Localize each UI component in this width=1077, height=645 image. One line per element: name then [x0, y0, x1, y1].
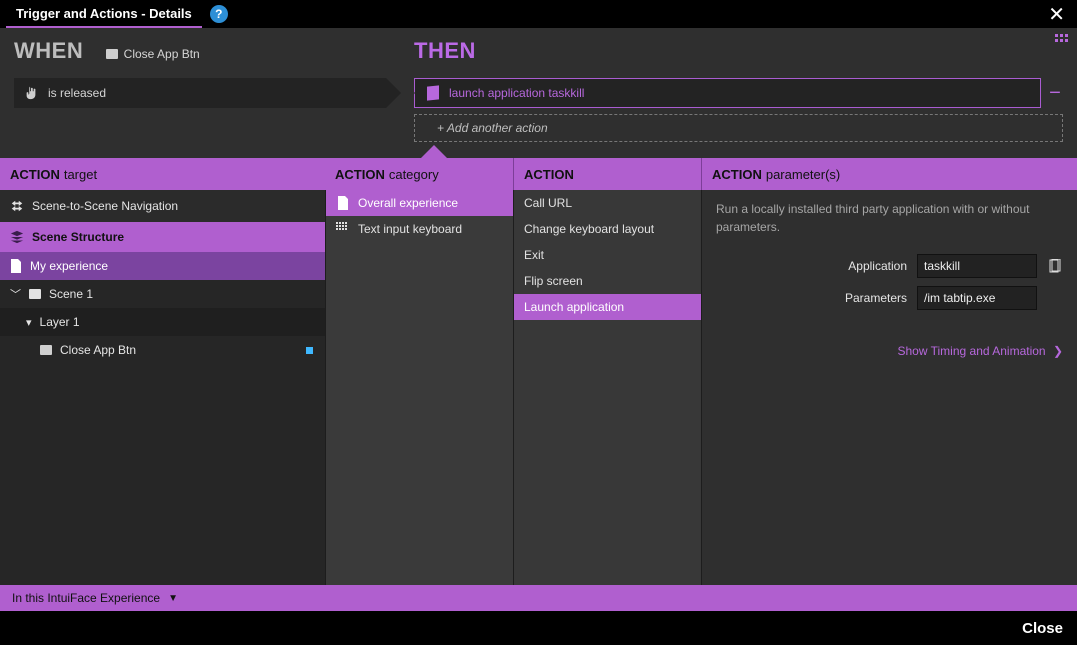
category-label: Overall experience: [358, 196, 458, 210]
body: Scene-to-Scene Navigation Scene Structur…: [0, 190, 1077, 585]
then-action-label: launch application taskkill: [449, 86, 584, 100]
tree-label: My experience: [30, 259, 108, 273]
category-item-text-input-keyboard[interactable]: Text input keyboard: [326, 216, 513, 242]
action-target-tree: Scene-to-Scene Navigation Scene Structur…: [0, 190, 325, 585]
then-label: THEN: [414, 38, 476, 63]
scope-label: In this IntuiFace Experience: [12, 591, 160, 605]
help-button[interactable]: ?: [210, 5, 228, 23]
layout-grid-icon[interactable]: [1055, 34, 1071, 46]
then-add-row: + Add another action: [414, 114, 1063, 142]
action-item-call-url[interactable]: Call URL: [514, 190, 701, 216]
header-category: ACTIONcategory: [325, 158, 513, 190]
chevron-down-icon: ▼: [168, 593, 178, 604]
timing-link-label: Show Timing and Animation: [898, 344, 1046, 358]
then-action-row: launch application taskkill −: [414, 78, 1063, 108]
action-list: Call URL Change keyboard layout Exit Fli…: [513, 190, 701, 585]
browse-application-button[interactable]: [1047, 258, 1063, 274]
element-icon: [106, 49, 118, 59]
action-label: Launch application: [524, 300, 624, 314]
show-timing-link[interactable]: Show Timing and Animation ❯: [716, 344, 1063, 358]
window-close-button[interactable]: ✕: [1042, 2, 1071, 27]
action-label: Call URL: [524, 196, 572, 210]
tree-label: Close App Btn: [60, 343, 136, 357]
action-item-launch-application[interactable]: Launch application: [514, 294, 701, 320]
pointer-caret-icon: [420, 145, 448, 159]
action-parameters-panel: Run a locally installed third party appl…: [701, 190, 1077, 585]
when-subject-text: Close App Btn: [124, 47, 200, 61]
bottom-bar: Close: [0, 611, 1077, 645]
add-action-button[interactable]: + Add another action: [414, 114, 1063, 142]
application-label: Application: [848, 259, 907, 273]
action-item-flip-screen[interactable]: Flip screen: [514, 268, 701, 294]
category-label: Text input keyboard: [358, 222, 462, 236]
column-headers: ACTIONtarget ACTIONcategory ACTION ACTIO…: [0, 158, 1077, 190]
action-type-icon: [427, 85, 439, 100]
trigger-chip[interactable]: is released: [14, 78, 386, 108]
action-label: Flip screen: [524, 274, 583, 288]
scene-icon: [29, 289, 41, 299]
browse-icon: [1049, 259, 1061, 273]
header-action: ACTION: [513, 158, 701, 190]
action-category-list: Overall experience Text input keyboard: [325, 190, 513, 585]
field-application: Application: [716, 254, 1063, 278]
document-icon: [336, 196, 350, 210]
remove-action-button[interactable]: −: [1047, 82, 1063, 105]
then-section: THEN launch application taskkill − + Add…: [400, 28, 1077, 158]
add-action-label: + Add another action: [437, 121, 548, 135]
app-window: Trigger and Actions - Details ? ✕ WHEN C…: [0, 0, 1077, 645]
titlebar: Trigger and Actions - Details ? ✕: [0, 0, 1077, 28]
tree-item-close-app-btn[interactable]: Close App Btn: [0, 336, 325, 364]
element-icon: [40, 345, 52, 355]
header-parameters: ACTIONparameter(s): [701, 158, 1077, 190]
field-parameters: Parameters: [716, 286, 1063, 310]
when-subject[interactable]: Close App Btn: [106, 47, 200, 61]
chevron-right-icon: ❯: [1053, 344, 1063, 358]
action-label: Change keyboard layout: [524, 222, 654, 236]
keyboard-icon: [336, 222, 350, 236]
tree-item-experience[interactable]: My experience: [0, 252, 325, 280]
nav-arrows-icon: [10, 199, 24, 213]
category-item-overall-experience[interactable]: Overall experience: [326, 190, 513, 216]
chevron-down-icon: ﹀: [10, 286, 21, 302]
when-then-panel: WHEN Close App Btn is released THEN: [0, 28, 1077, 158]
parameters-label: Parameters: [845, 291, 907, 305]
tree-section-structure[interactable]: Scene Structure: [0, 222, 325, 252]
action-label: Exit: [524, 248, 544, 262]
hand-icon: [24, 86, 38, 100]
close-button[interactable]: Close: [1022, 620, 1063, 637]
tree-item-scene[interactable]: ﹀ Scene 1: [0, 280, 325, 308]
parameter-fields: Application Parameters: [716, 254, 1063, 310]
tree-label: Scene Structure: [32, 230, 124, 244]
tree-label: Scene-to-Scene Navigation: [32, 199, 178, 213]
header-target: ACTIONtarget: [0, 158, 325, 190]
scope-footer[interactable]: In this IntuiFace Experience ▼: [0, 585, 1077, 611]
when-label: WHEN: [14, 38, 83, 63]
when-section: WHEN Close App Btn is released: [0, 28, 400, 158]
action-item-change-keyboard-layout[interactable]: Change keyboard layout: [514, 216, 701, 242]
tree-label: Layer 1: [40, 315, 80, 329]
action-item-exit[interactable]: Exit: [514, 242, 701, 268]
then-action-chip[interactable]: launch application taskkill: [414, 78, 1041, 108]
tree-label: Scene 1: [49, 287, 93, 301]
layers-icon: [10, 230, 24, 244]
action-description: Run a locally installed third party appl…: [716, 200, 1063, 236]
tree-item-navigation[interactable]: Scene-to-Scene Navigation: [0, 190, 325, 222]
tree-item-layer[interactable]: ▾ Layer 1: [0, 308, 325, 336]
document-icon: [10, 259, 22, 273]
when-trigger-row: is released: [14, 78, 386, 108]
window-title: Trigger and Actions - Details: [6, 0, 202, 28]
parameters-input[interactable]: [917, 286, 1037, 310]
trigger-label: is released: [48, 86, 106, 100]
application-input[interactable]: [917, 254, 1037, 278]
chevron-down-icon: ▾: [26, 316, 32, 329]
